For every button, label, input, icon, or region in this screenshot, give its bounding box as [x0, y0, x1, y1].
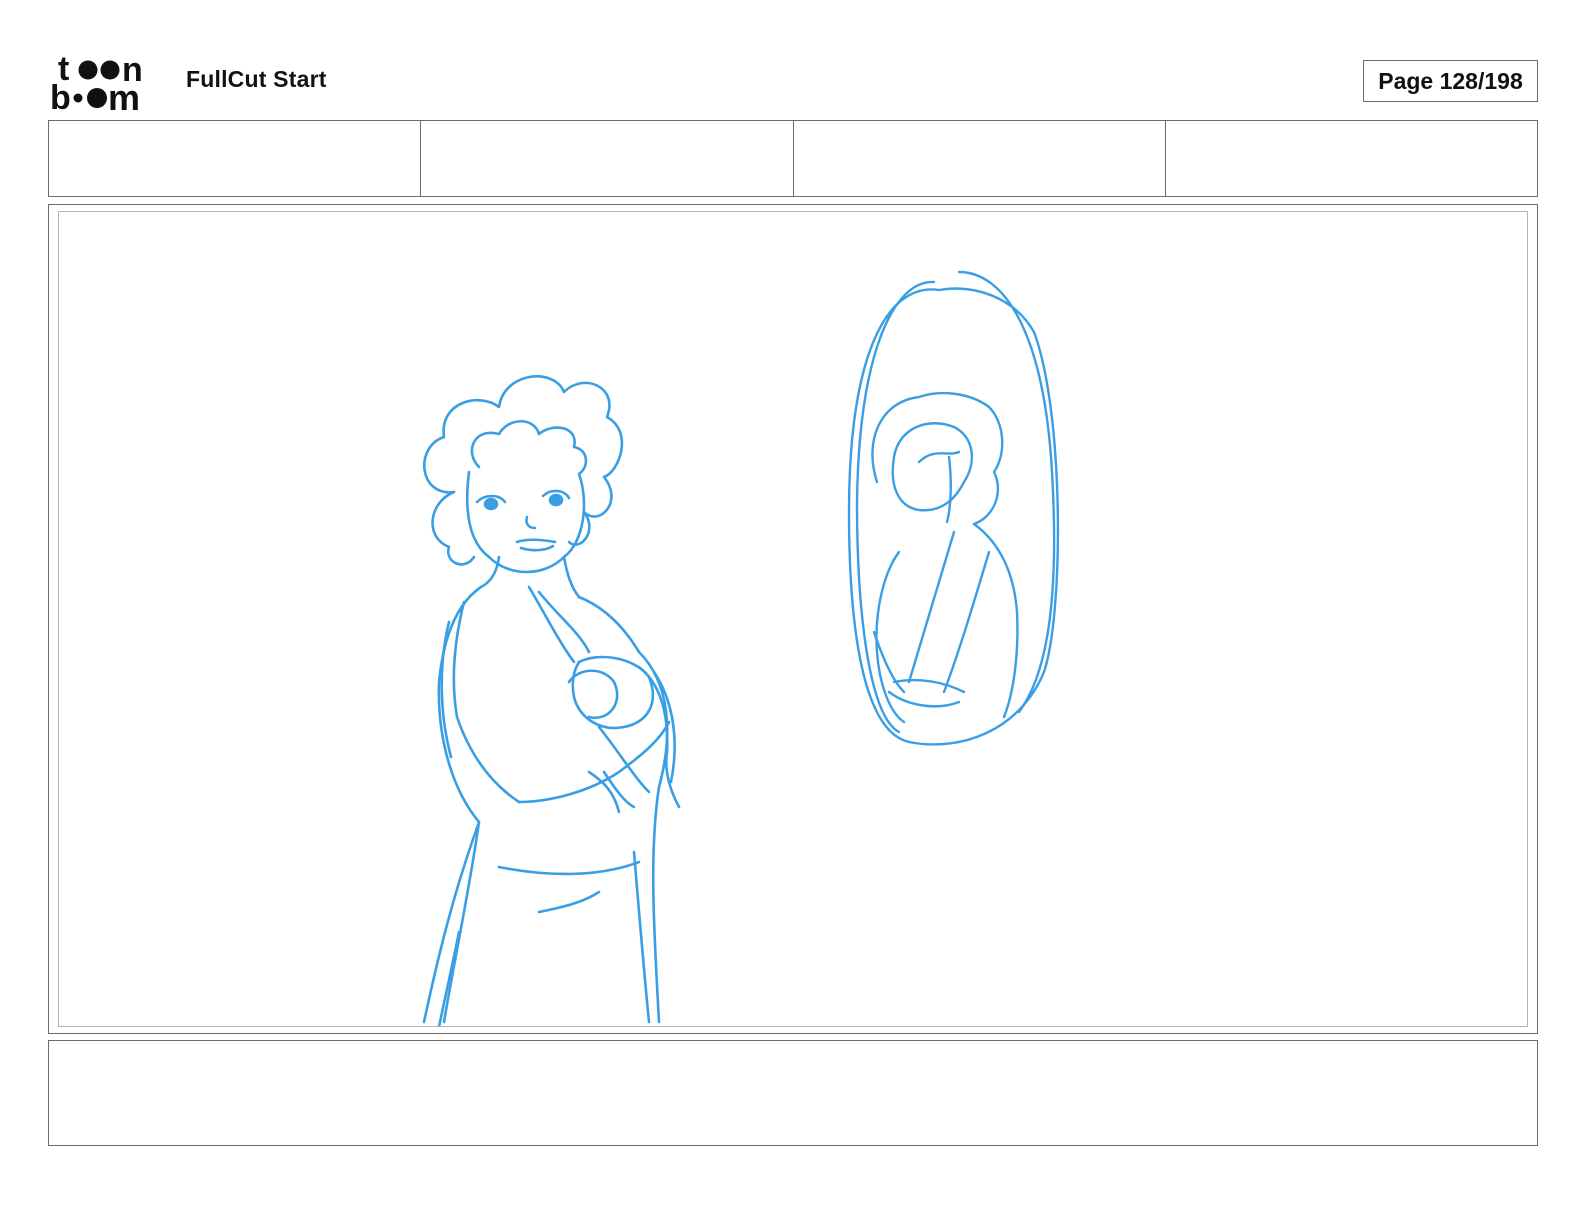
toonboom-logo-mark: t n b m: [50, 50, 143, 114]
info-field-4: [1166, 121, 1537, 196]
info-field-1: [49, 121, 422, 196]
toonboom-logo: t n b m: [50, 50, 164, 114]
caption-box: [48, 1040, 1538, 1146]
info-field-2: [421, 121, 794, 196]
mirror-sketch: [847, 270, 1060, 746]
info-field-row: [48, 120, 1538, 197]
girl-sketch: [422, 375, 681, 1026]
page-indicator: Page 128/198: [1363, 60, 1538, 102]
panel-image-area: [58, 211, 1528, 1027]
project-title: FullCut Start: [186, 66, 327, 92]
storyboard-panel: [48, 204, 1538, 1034]
info-field-3: [794, 121, 1166, 196]
svg-text:b: b: [50, 79, 71, 114]
svg-text:m: m: [108, 77, 140, 114]
sketch-drawing: [422, 270, 1060, 1026]
